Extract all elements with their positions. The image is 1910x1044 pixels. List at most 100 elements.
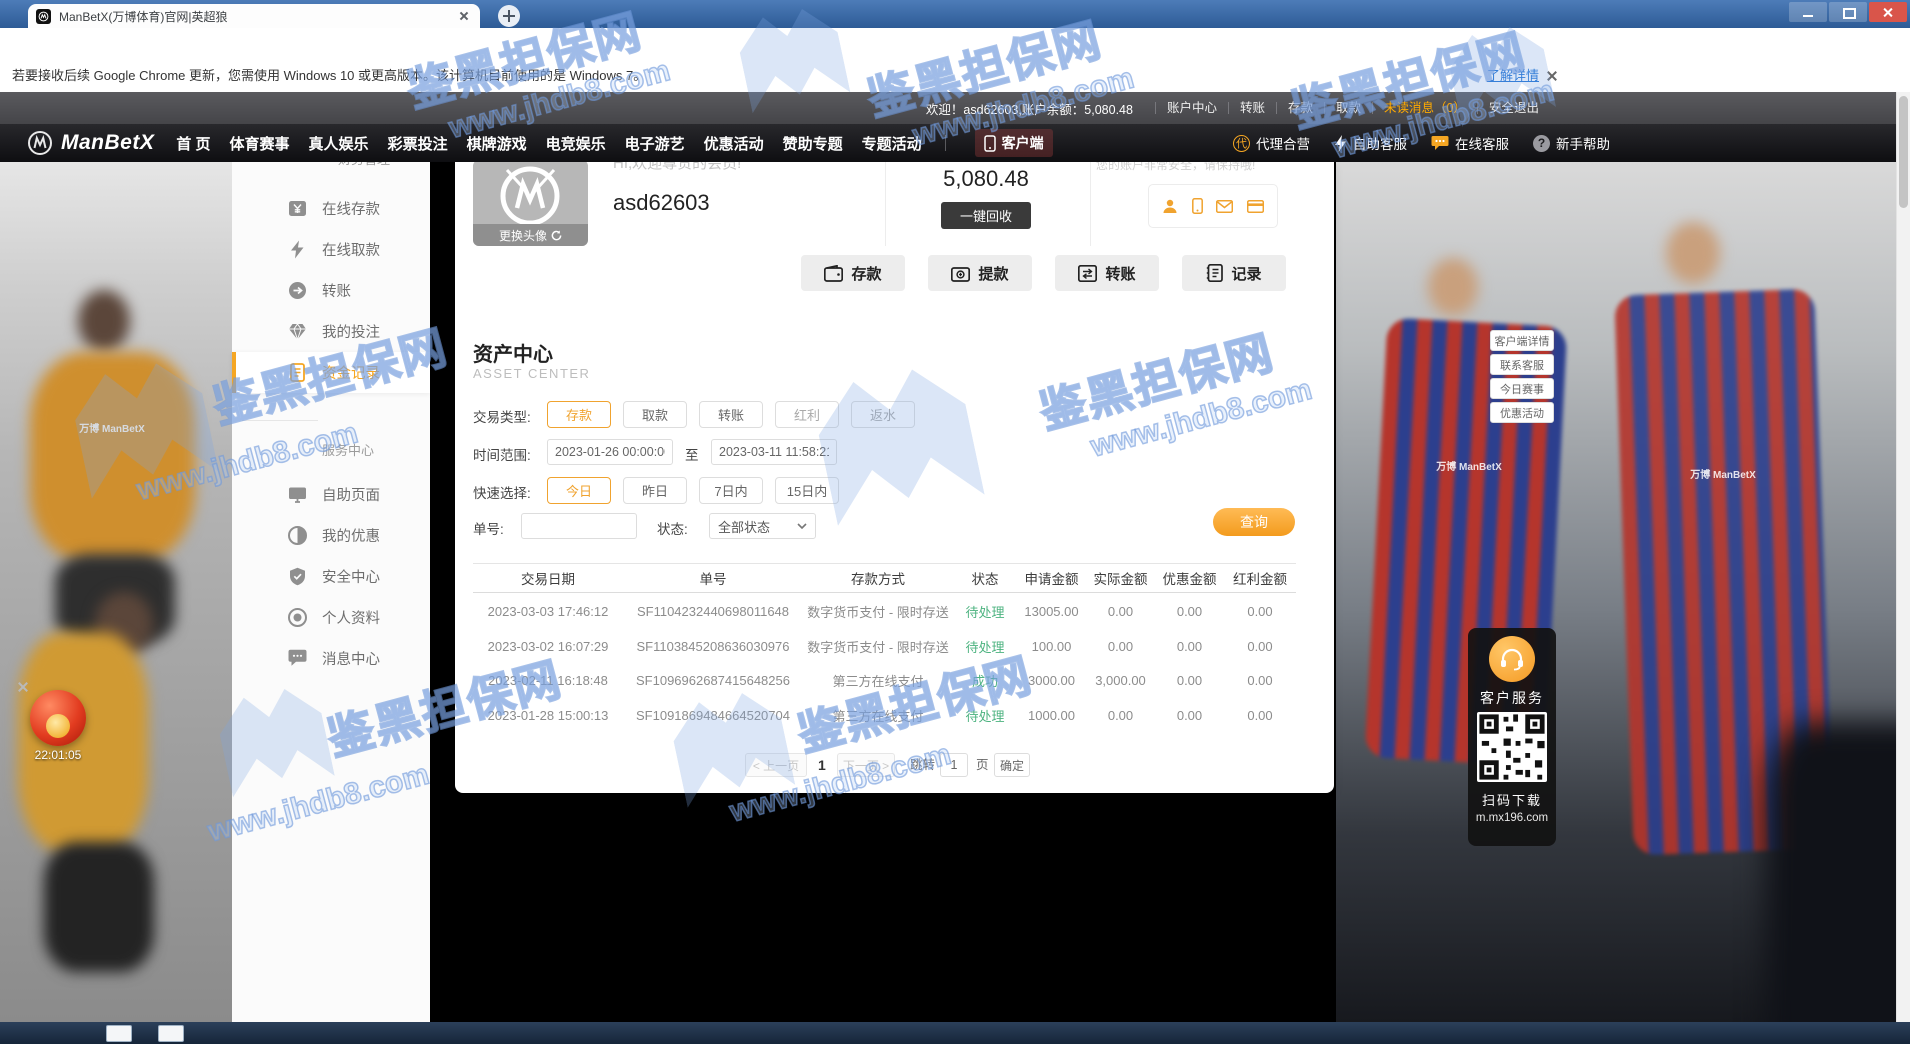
side-tab-contact-service[interactable]: 联系客服: [1490, 354, 1554, 375]
status-badge: 待处理: [953, 698, 1017, 732]
jersey-brand-text: 万博 ManBetX: [1434, 462, 1504, 474]
window-minimize-button[interactable]: [1789, 2, 1827, 22]
nav-selfservice-link[interactable]: 自助客服: [1334, 133, 1407, 153]
asset-center-title: 资产中心: [473, 338, 553, 367]
tab-close-icon[interactable]: [456, 8, 472, 24]
jersey-brand-text: 万博 ManBetX: [1688, 470, 1758, 482]
current-page: 1: [818, 753, 826, 777]
type-bonus-button[interactable]: 红利: [775, 401, 839, 428]
date-to-input[interactable]: [711, 439, 837, 465]
userbar-link-logout[interactable]: 安全退出: [1477, 102, 1550, 114]
nav-item-promos[interactable]: 优惠活动: [704, 133, 764, 154]
sidebar-item-fund-records[interactable]: 资金记录: [232, 352, 430, 393]
chevron-down-icon: [797, 523, 807, 529]
nav-livechat-link[interactable]: 在线客服: [1431, 133, 1509, 153]
browser-tab[interactable]: ManBetX(万博体育)官网|英超狼: [28, 4, 480, 28]
records-button[interactable]: 记录: [1182, 255, 1286, 291]
sidebar-item-security-center[interactable]: 安全中心: [232, 556, 430, 597]
nav-item-client[interactable]: 客户端: [975, 129, 1053, 157]
nav-help-link[interactable]: ? 新手帮助: [1533, 133, 1610, 153]
quick-7days-button[interactable]: 7日内: [699, 477, 763, 504]
sidebar-item-transfer[interactable]: 转账: [232, 270, 430, 311]
withdraw-button[interactable]: 提款: [928, 255, 1032, 291]
taskbar-item[interactable]: [106, 1025, 132, 1042]
transfer-circle-icon: [288, 281, 307, 300]
new-tab-button[interactable]: [498, 5, 520, 27]
sidebar-item-selfservice-page[interactable]: 自助页面: [232, 474, 430, 515]
sidebar-item-my-bets[interactable]: 我的投注: [232, 311, 430, 352]
quick-today-button[interactable]: 今日: [547, 477, 611, 504]
monitor-icon: [288, 485, 307, 504]
taskbar-item[interactable]: [158, 1025, 184, 1042]
person-icon[interactable]: [1162, 198, 1178, 214]
bank-card-icon[interactable]: [1247, 200, 1264, 213]
window-close-button[interactable]: [1869, 2, 1907, 22]
userbar-link-messages[interactable]: 未读消息（0）: [1372, 102, 1477, 114]
mail-icon[interactable]: [1216, 200, 1233, 213]
type-transfer-button[interactable]: 转账: [699, 401, 763, 428]
customer-service-label: 客户服务: [1468, 688, 1556, 708]
search-button[interactable]: 查询: [1213, 508, 1295, 536]
nav-item-slots[interactable]: 电子游艺: [625, 133, 685, 154]
wallet-icon: [824, 265, 843, 282]
deposit-button[interactable]: 存款: [801, 255, 905, 291]
quick-yesterday-button[interactable]: 昨日: [623, 477, 687, 504]
col-header: 交易日期: [473, 564, 623, 592]
order-no-input[interactable]: [521, 513, 637, 539]
nav-item-cards[interactable]: 棋牌游戏: [467, 133, 527, 154]
userbar-link-transfer[interactable]: 转账: [1228, 102, 1276, 114]
next-page-button[interactable]: 下一页 >: [837, 753, 895, 777]
quick-15days-button[interactable]: 15日内: [775, 477, 839, 504]
nav-item-live[interactable]: 真人娱乐: [309, 133, 369, 154]
nav-item-esports[interactable]: 电竞娱乐: [546, 133, 606, 154]
nav-item-home[interactable]: 首 页: [176, 133, 210, 154]
date-from-input[interactable]: [547, 439, 673, 465]
scrollbar-thumb[interactable]: [1899, 96, 1908, 208]
site-logo[interactable]: ManBetX: [26, 129, 154, 157]
nav-item-sponsor[interactable]: 赞助专题: [783, 133, 843, 154]
type-rebate-button[interactable]: 返水: [851, 401, 915, 428]
os-taskbar: [0, 1022, 1910, 1044]
jump-page-input[interactable]: [940, 753, 968, 777]
side-tab-today-matches[interactable]: 今日赛事: [1490, 378, 1554, 399]
browser-toolbar: cn.mebetx65.com/wallet/record: [0, 28, 1910, 60]
side-tab-promotions[interactable]: 优惠活动: [1490, 402, 1554, 423]
float-widget-close-icon[interactable]: [16, 680, 30, 694]
learn-more-link[interactable]: 了解详情: [1487, 60, 1539, 92]
nav-item-topics[interactable]: 专题活动: [862, 133, 922, 154]
nav-item-lottery[interactable]: 彩票投注: [388, 133, 448, 154]
prev-page-button[interactable]: < 上一页: [745, 753, 807, 777]
col-header: 存款方式: [803, 564, 953, 592]
sidebar-item-online-deposit[interactable]: 在线存款: [232, 188, 430, 229]
one-key-recycle-button[interactable]: 一键回收: [941, 202, 1031, 229]
user-avatar[interactable]: 更换头像: [473, 160, 588, 246]
nav-menu: 首 页 体育赛事 真人娱乐 彩票投注 棋牌游戏 电竞娱乐 电子游艺 优惠活动 赞…: [176, 129, 1052, 157]
type-deposit-button[interactable]: 存款: [547, 401, 611, 428]
sidebar-item-online-withdraw[interactable]: 在线取款: [232, 229, 430, 270]
chat-bubble-icon: [1431, 135, 1449, 151]
page-scrollbar[interactable]: [1896, 92, 1910, 1022]
nav-agent-link[interactable]: 代 代理合营: [1233, 133, 1310, 153]
sidebar-item-message-center[interactable]: 消息中心: [232, 638, 430, 679]
table-header: 交易日期 单号 存款方式 状态 申请金额 实际金额 优惠金额 红利金额: [473, 563, 1296, 593]
notification-close-icon[interactable]: [1544, 68, 1560, 84]
customer-service-widget[interactable]: 客户服务 扫码下载 m.mx196.com: [1468, 628, 1556, 846]
nav-item-sports[interactable]: 体育赛事: [230, 133, 290, 154]
userbar-link-account[interactable]: 账户中心: [1155, 102, 1228, 114]
side-tab-client-info[interactable]: 客户端详情: [1490, 330, 1554, 351]
window-maximize-button[interactable]: [1829, 2, 1867, 22]
transfer-button[interactable]: 转账: [1055, 255, 1159, 291]
sidebar-item-my-promos[interactable]: 我的优惠: [232, 515, 430, 556]
bolt-icon: [288, 240, 307, 259]
confirm-jump-button[interactable]: 确定: [994, 753, 1030, 777]
type-withdraw-button[interactable]: 取款: [623, 401, 687, 428]
userbar-link-withdraw[interactable]: 取款: [1324, 102, 1372, 114]
sidebar-item-profile[interactable]: 个人资料: [232, 597, 430, 638]
smartphone-icon[interactable]: [1192, 198, 1203, 214]
status-select[interactable]: 全部状态: [709, 513, 816, 539]
red-packet-float-widget[interactable]: [30, 690, 86, 746]
userbar-link-deposit[interactable]: 存款: [1276, 102, 1324, 114]
half-circle-icon: [288, 526, 307, 545]
change-avatar-overlay[interactable]: 更换头像: [473, 224, 588, 246]
balance-amount: 5,080.48: [903, 166, 1069, 192]
